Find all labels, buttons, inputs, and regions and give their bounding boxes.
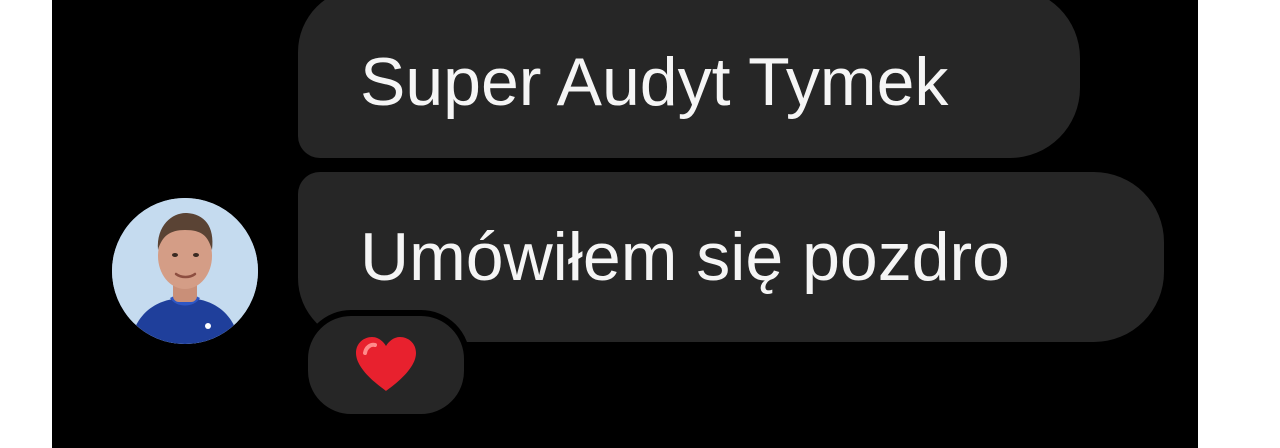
message-text: Umówiłem się pozdro <box>360 219 1010 295</box>
reaction-badge[interactable] <box>302 310 470 420</box>
chat-thread: Super Audyt Tymek Umówiłem się pozdro <box>52 0 1198 448</box>
heart-icon <box>356 337 416 391</box>
message-bubble[interactable]: Super Audyt Tymek <box>298 0 1080 158</box>
avatar[interactable] <box>112 198 258 344</box>
avatar-photo <box>112 198 258 344</box>
message-text: Super Audyt Tymek <box>360 44 949 120</box>
